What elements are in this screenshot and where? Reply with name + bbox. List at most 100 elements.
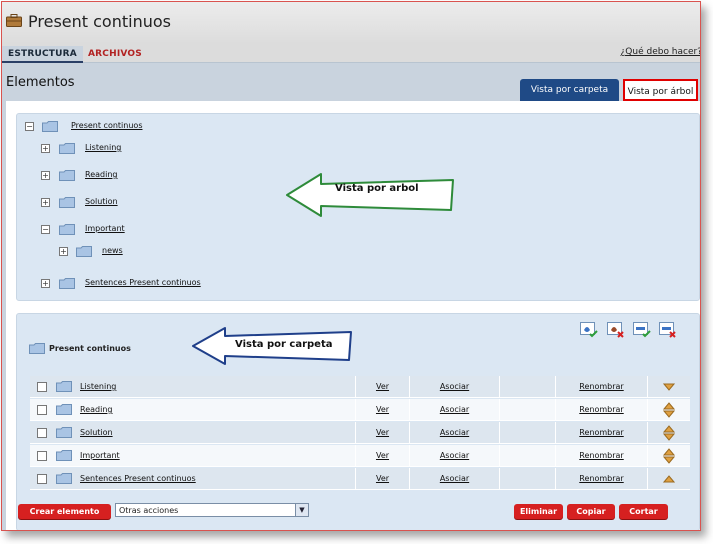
row-checkbox[interactable] — [37, 382, 47, 392]
app-title: Present continuos — [28, 12, 171, 31]
row-name-link[interactable]: Solution — [80, 428, 113, 437]
folder-icon — [59, 278, 75, 289]
add-item-icon[interactable] — [633, 322, 651, 338]
order-cell — [647, 422, 690, 444]
tab-archivos[interactable]: ARCHIVOS — [82, 46, 148, 63]
dropdown-arrow-icon[interactable]: ▼ — [295, 504, 308, 516]
ver-link[interactable]: Ver — [355, 422, 409, 444]
row-name-link[interactable]: Important — [80, 451, 120, 460]
tab-estructura[interactable]: ESTRUCTURA — [2, 46, 83, 63]
tree-item[interactable]: − Important — [41, 224, 241, 238]
folder-icon — [59, 224, 75, 235]
row-name-link[interactable]: Listening — [80, 382, 116, 391]
tree-item-label[interactable]: news — [102, 246, 123, 255]
callout-label-arbol: Vista por arbol — [335, 183, 419, 194]
folder-icon — [56, 427, 72, 438]
move-up-down-icon[interactable] — [662, 448, 676, 464]
asociar-link[interactable]: Asociar — [409, 445, 499, 467]
folder-icon — [56, 473, 72, 484]
table-row: Sentences Present continuos Ver Asociar … — [30, 468, 690, 490]
callout-label-carpeta: Vista por carpeta — [235, 339, 332, 350]
order-cell — [647, 376, 690, 398]
row-name-link[interactable]: Sentences Present continuos — [80, 474, 196, 483]
row-checkbox[interactable] — [37, 428, 47, 438]
row-checkbox[interactable] — [37, 451, 47, 461]
asociar-link[interactable]: Asociar — [409, 422, 499, 444]
tree-item-label[interactable]: Solution — [85, 197, 118, 206]
tree-item-label[interactable]: Present continuos — [71, 121, 142, 130]
section-title: Elementos — [6, 75, 75, 90]
delete-item-icon[interactable] — [659, 322, 677, 338]
renombrar-link[interactable]: Renombrar — [555, 399, 647, 421]
collapse-icon[interactable]: − — [25, 122, 34, 131]
move-up-down-icon[interactable] — [662, 425, 676, 441]
expand-icon[interactable]: + — [41, 171, 50, 180]
move-up-icon[interactable] — [662, 471, 676, 487]
ver-link[interactable]: Ver — [355, 376, 409, 398]
renombrar-link[interactable]: Renombrar — [555, 422, 647, 444]
ver-link[interactable]: Ver — [355, 468, 409, 490]
folder-icon — [29, 343, 45, 354]
collapse-icon[interactable]: − — [41, 225, 50, 234]
ver-link[interactable]: Ver — [355, 445, 409, 467]
empty-cell — [499, 399, 555, 421]
tree-item-label[interactable]: Reading — [85, 170, 117, 179]
otras-acciones-select[interactable]: Otras acciones ▼ — [115, 503, 309, 517]
asociar-link[interactable]: Asociar — [409, 376, 499, 398]
tree-item[interactable]: + Listening — [41, 143, 241, 157]
tree-item[interactable]: + news — [59, 246, 259, 260]
folder-icon — [59, 197, 75, 208]
renombrar-link[interactable]: Renombrar — [555, 445, 647, 467]
copiar-button[interactable]: Copiar — [567, 504, 615, 519]
row-checkbox[interactable] — [37, 474, 47, 484]
expand-icon[interactable]: + — [41, 198, 50, 207]
row-name-link[interactable]: Reading — [80, 405, 112, 414]
tree-item-label[interactable]: Sentences Present continuos — [85, 278, 201, 287]
empty-cell — [499, 376, 555, 398]
move-down-icon[interactable] — [662, 379, 676, 395]
tree-item[interactable]: + Sentences Present continuos — [41, 278, 301, 292]
tree-view-panel: − Present continuos + Listening + Readin… — [16, 113, 700, 301]
crear-elemento-button[interactable]: Crear elemento — [18, 504, 111, 519]
folder-title: Present continuos — [49, 344, 131, 353]
order-cell — [647, 468, 690, 490]
title-bar: Present continuos — [2, 2, 700, 44]
tree-item[interactable]: + Solution — [41, 197, 241, 211]
expand-icon[interactable]: + — [59, 247, 68, 256]
briefcase-icon — [6, 14, 22, 27]
asociar-link[interactable]: Asociar — [409, 468, 499, 490]
folder-icon — [76, 246, 92, 257]
cortar-button[interactable]: Cortar — [619, 504, 668, 519]
empty-cell — [499, 468, 555, 490]
renombrar-link[interactable]: Renombrar — [555, 376, 647, 398]
tree-item-label[interactable]: Important — [85, 224, 125, 233]
empty-cell — [499, 445, 555, 467]
renombrar-link[interactable]: Renombrar — [555, 468, 647, 490]
tab-vista-arbol[interactable]: Vista por árbol — [623, 79, 698, 101]
tab-vista-carpeta[interactable]: Vista por carpeta — [520, 79, 619, 101]
add-folder-icon[interactable] — [580, 322, 598, 338]
delete-folder-icon[interactable] — [607, 322, 625, 338]
move-up-down-icon[interactable] — [662, 402, 676, 418]
app-window: Present continuos ESTRUCTURA ARCHIVOS ¿Q… — [1, 1, 701, 531]
expand-icon[interactable]: + — [41, 279, 50, 288]
otras-acciones-value: Otras acciones — [119, 506, 179, 515]
folder-icon — [59, 143, 75, 154]
tree-item[interactable]: − Present continuos — [25, 121, 225, 135]
ver-link[interactable]: Ver — [355, 399, 409, 421]
table-row: Important Ver Asociar Renombrar — [30, 445, 690, 467]
table-row: Listening Ver Asociar Renombrar — [30, 376, 690, 398]
order-cell — [647, 399, 690, 421]
expand-icon[interactable]: + — [41, 144, 50, 153]
empty-cell — [499, 422, 555, 444]
tree-item-label[interactable]: Listening — [85, 143, 121, 152]
folder-icon — [42, 121, 58, 132]
eliminar-button[interactable]: Eliminar — [514, 504, 563, 519]
tree-item[interactable]: + Reading — [41, 170, 241, 184]
folder-icon — [56, 450, 72, 461]
row-checkbox[interactable] — [37, 405, 47, 415]
help-link[interactable]: ¿Qué debo hacer? — [621, 47, 700, 57]
asociar-link[interactable]: Asociar — [409, 399, 499, 421]
folder-icon — [56, 404, 72, 415]
folder-icon — [59, 170, 75, 181]
